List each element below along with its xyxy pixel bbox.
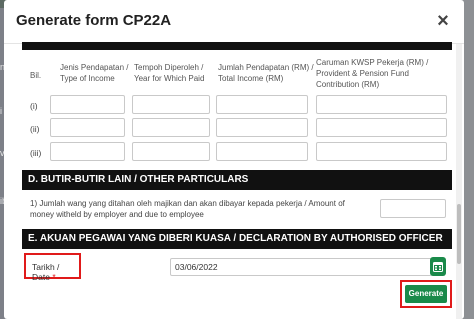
required-mark: * <box>52 272 56 282</box>
generate-button[interactable]: Generate <box>405 285 447 303</box>
column-header-bil: Bil. <box>30 71 42 80</box>
income-type-input[interactable] <box>50 142 125 161</box>
date-label-highlight: Tarikh / Date * <box>24 253 81 282</box>
section-d-header: D. BUTIR-BUTIR LAIN / OTHER PARTICULARS <box>22 170 452 190</box>
backdrop-text: i <box>0 106 2 116</box>
row-label: (iii) <box>30 148 42 158</box>
withheld-amount-label: 1) Jumlah wang yang ditahan oleh majikan… <box>30 199 345 219</box>
modal-title: Generate form CP22A <box>16 12 172 29</box>
row-label: (i) <box>30 101 38 111</box>
year-paid-input[interactable] <box>132 142 210 161</box>
modal-scrollbar[interactable] <box>456 44 462 319</box>
calendar-icon[interactable] <box>430 257 446 276</box>
generate-button-highlight: Generate <box>400 280 452 308</box>
total-income-input[interactable] <box>216 142 308 161</box>
income-type-input[interactable] <box>50 95 125 114</box>
year-paid-input[interactable] <box>132 95 210 114</box>
kwsp-input[interactable] <box>316 95 447 114</box>
date-input[interactable]: 03/06/2022 <box>170 258 432 276</box>
generate-form-modal: Generate form CP22A × Bil. Jenis Pendapa… <box>4 0 464 319</box>
kwsp-input[interactable] <box>316 118 447 137</box>
column-header-total-income: Jumlah Pendapatan (RM) / Total Income (R… <box>218 63 314 83</box>
section-bar-top <box>22 42 452 50</box>
close-icon[interactable]: × <box>434 11 452 31</box>
total-income-input[interactable] <box>216 118 308 137</box>
year-paid-input[interactable] <box>132 118 210 137</box>
modal-body: Bil. Jenis Pendapatan / Type of Income T… <box>22 42 454 319</box>
row-label: (ii) <box>30 124 40 134</box>
date-label: Tarikh / Date * <box>32 262 79 282</box>
withheld-amount-input[interactable] <box>380 199 446 218</box>
kwsp-input[interactable] <box>316 142 447 161</box>
income-type-input[interactable] <box>50 118 125 137</box>
scrollbar-thumb[interactable] <box>457 204 461 264</box>
column-header-income-type: Jenis Pendapatan / Type of Income <box>60 63 129 83</box>
modal-header: Generate form CP22A × <box>4 0 464 44</box>
total-income-input[interactable] <box>216 95 308 114</box>
column-header-kwsp: Caruman KWSP Pekerja (RM) / Provident & … <box>316 58 429 89</box>
column-header-year-paid: Tempoh Diperoleh / Year for Which Paid <box>134 63 205 83</box>
section-e-header: E. AKUAN PEGAWAI YANG DIBERI KUASA / DEC… <box>22 229 452 249</box>
